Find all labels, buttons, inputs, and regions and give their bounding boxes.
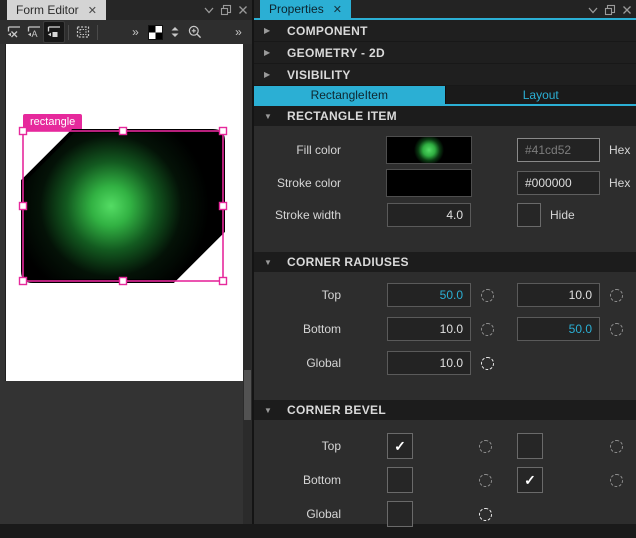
bevel-global-checkbox[interactable]: ✓ [387, 501, 413, 527]
radius-bottom-left-input[interactable]: 10.0 [387, 317, 471, 341]
radius-global-input[interactable]: 10.0 [387, 351, 471, 375]
section-geometry-2d[interactable]: ▶ GEOMETRY - 2D [254, 42, 636, 64]
beveled-rectangle[interactable] [23, 131, 223, 281]
expanded-arrow-icon: ▼ [264, 112, 278, 121]
collapsed-arrow-icon: ▶ [264, 26, 278, 35]
section-corner-bevel[interactable]: ▼ CORNER BEVEL [254, 400, 636, 420]
stroke-color-label: Stroke color [254, 176, 349, 190]
toolbar-separator [97, 25, 98, 40]
no-snapping-icon[interactable] [4, 22, 24, 42]
close-tab-icon[interactable]: ✕ [333, 3, 342, 16]
bounding-rect-icon[interactable] [73, 22, 93, 42]
zoom-in-icon[interactable] [185, 22, 205, 42]
close-panel-icon[interactable] [621, 4, 633, 16]
fill-color-swatch[interactable] [387, 137, 471, 163]
radius-top-label: Top [254, 288, 349, 302]
canvas-color-icon[interactable] [145, 22, 165, 42]
close-tab-icon[interactable]: ✕ [88, 4, 97, 17]
overflow-right-icon[interactable]: » [228, 22, 248, 42]
snap-no-anchors-icon[interactable] [44, 22, 64, 42]
action-indicator-icon[interactable] [481, 357, 494, 370]
bevel-bottom-left-checkbox[interactable]: ✓ [387, 467, 413, 493]
float-window-icon[interactable] [604, 4, 616, 16]
stroke-width-input[interactable]: 4.0 [387, 203, 471, 227]
scrollbar-thumb[interactable] [244, 370, 251, 420]
properties-window-controls [587, 0, 633, 20]
fill-hex-input[interactable]: #41cd52 [517, 138, 600, 162]
action-indicator-icon[interactable] [610, 440, 623, 453]
svg-text:A: A [32, 29, 38, 39]
properties-titlebar: Properties ✕ [254, 0, 636, 20]
form-editor-window-controls [203, 0, 249, 20]
radius-bottom-label: Bottom [254, 322, 349, 336]
collapsed-arrow-icon: ▶ [264, 70, 278, 79]
stroke-hex-input[interactable]: #000000 [517, 171, 600, 195]
properties-tab-label: Properties [269, 2, 324, 16]
section-label: VISIBILITY [287, 68, 351, 82]
action-indicator-icon[interactable] [610, 323, 623, 336]
tab-form-editor[interactable]: Form Editor ✕ [7, 0, 106, 20]
tab-properties[interactable]: Properties ✕ [260, 0, 351, 19]
section-label: CORNER BEVEL [287, 403, 386, 417]
action-indicator-icon[interactable] [610, 474, 623, 487]
hide-checkbox[interactable]: ✓ [517, 203, 541, 227]
section-label: COMPONENT [287, 24, 368, 38]
radius-bottom-right-input[interactable]: 50.0 [517, 317, 600, 341]
radius-top-right-input[interactable]: 10.0 [517, 283, 600, 307]
properties-panel: Properties ✕ ▶ COMPONENT ▶ GEOMETRY - 2D… [252, 0, 636, 524]
expanded-arrow-icon: ▼ [264, 406, 278, 415]
fill-color-label: Fill color [254, 143, 349, 157]
chevron-down-icon[interactable] [203, 4, 215, 16]
overflow-left-icon[interactable]: » [125, 22, 145, 42]
canvas-vertical-scrollbar[interactable] [243, 44, 252, 524]
action-indicator-icon[interactable] [479, 440, 492, 453]
expanded-arrow-icon: ▼ [264, 258, 278, 267]
hide-label: Hide [550, 208, 575, 222]
form-editor-tab-label: Form Editor [16, 3, 79, 17]
section-label: CORNER RADIUSES [287, 255, 409, 269]
form-editor-titlebar: Form Editor ✕ [0, 0, 252, 20]
action-indicator-icon[interactable] [610, 289, 623, 302]
toolbar-separator [68, 25, 69, 40]
spacing-arrows-icon[interactable] [165, 22, 185, 42]
float-window-icon[interactable] [220, 4, 232, 16]
section-corner-radiuses[interactable]: ▼ CORNER RADIUSES [254, 252, 636, 272]
close-panel-icon[interactable] [237, 4, 249, 16]
rectangle-item-shape[interactable] [18, 126, 228, 286]
action-indicator-icon[interactable] [479, 508, 492, 521]
bevel-top-left-checkbox[interactable]: ✓ [387, 433, 413, 459]
hex-suffix-label: Hex [609, 176, 630, 190]
form-canvas[interactable]: rectangle [5, 44, 243, 381]
bevel-top-label: Top [254, 439, 349, 453]
action-indicator-icon[interactable] [479, 474, 492, 487]
hex-suffix-label: Hex [609, 143, 630, 157]
collapsed-arrow-icon: ▶ [264, 48, 278, 57]
form-editor-toolbar: A » » [0, 20, 252, 44]
stroke-color-swatch[interactable] [387, 170, 471, 196]
radius-top-left-input[interactable]: 50.0 [387, 283, 471, 307]
action-indicator-icon[interactable] [481, 289, 494, 302]
tab-layout[interactable]: Layout [445, 86, 636, 104]
bevel-bottom-label: Bottom [254, 473, 349, 487]
radius-global-label: Global [254, 356, 349, 370]
bevel-global-label: Global [254, 507, 349, 521]
tab-rectangleitem[interactable]: RectangleItem [254, 86, 445, 104]
chevron-down-icon[interactable] [587, 4, 599, 16]
action-indicator-icon[interactable] [481, 323, 494, 336]
bevel-top-right-checkbox[interactable]: ✓ [517, 433, 543, 459]
stroke-width-label: Stroke width [254, 208, 349, 222]
section-rectangle-item[interactable]: ▼ RECTANGLE ITEM [254, 106, 636, 126]
item-tab-bar: RectangleItem Layout [254, 86, 636, 106]
snap-anchors-icon[interactable]: A [24, 22, 44, 42]
form-editor-panel: Form Editor ✕ A » [0, 0, 252, 524]
section-label: RECTANGLE ITEM [287, 109, 397, 123]
section-visibility[interactable]: ▶ VISIBILITY [254, 64, 636, 86]
section-label: GEOMETRY - 2D [287, 46, 385, 60]
section-component[interactable]: ▶ COMPONENT [254, 20, 636, 42]
bevel-bottom-right-checkbox[interactable]: ✓ [517, 467, 543, 493]
